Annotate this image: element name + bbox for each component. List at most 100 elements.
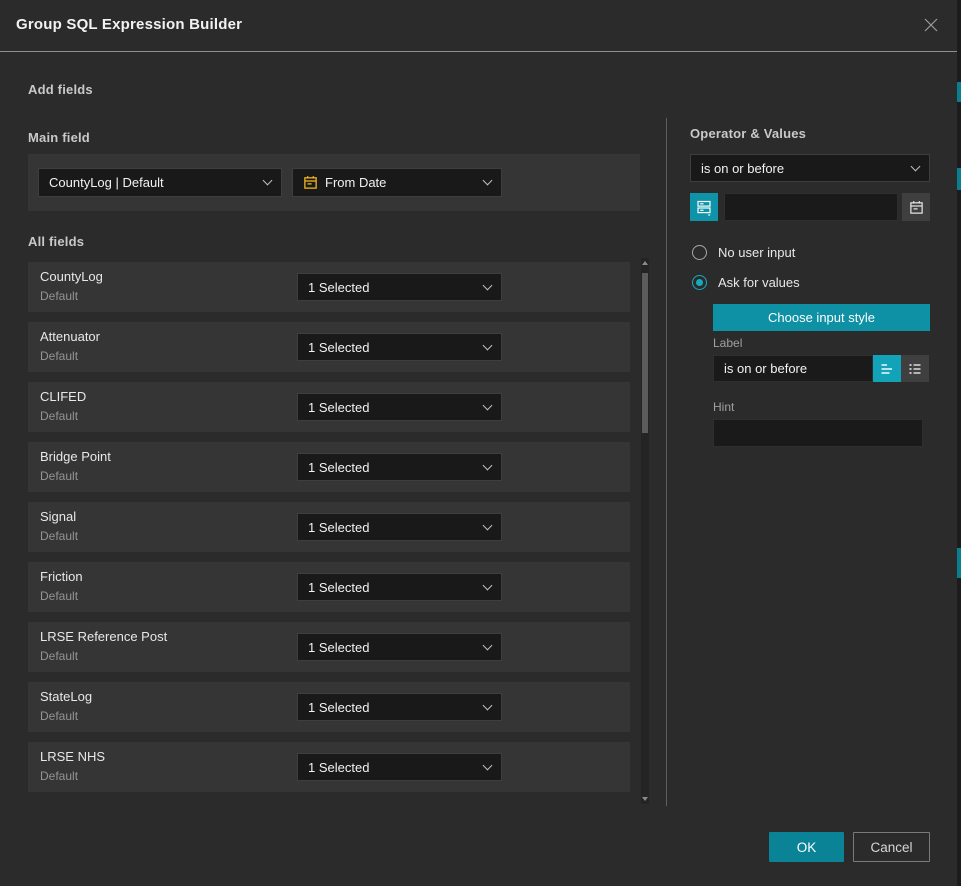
field-name: Attenuator (40, 329, 100, 344)
field-subtitle: Default (40, 649, 78, 663)
cancel-button[interactable]: Cancel (853, 832, 930, 862)
main-field-dropdown[interactable]: From Date (292, 168, 502, 197)
field-subtitle: Default (40, 589, 78, 603)
date-picker-button[interactable] (902, 193, 930, 221)
operator-dropdown[interactable]: is on or before (690, 154, 930, 182)
group-sql-expression-builder-dialog: Group SQL Expression Builder Add fields … (0, 0, 957, 886)
radio-on-icon (692, 275, 707, 290)
chevron-down-icon (483, 280, 493, 290)
ask-for-values-radio[interactable]: Ask for values (692, 275, 800, 290)
close-button[interactable] (920, 14, 942, 36)
single-value-icon (879, 361, 895, 377)
field-subtitle: Default (40, 769, 78, 783)
value-list-style-button[interactable] (901, 355, 929, 382)
radio-off-icon (692, 245, 707, 260)
field-row: LRSE NHS Default 1 Selected (28, 742, 630, 792)
field-selection-dropdown-label: 1 Selected (308, 460, 477, 475)
scrollbar-up-arrow-icon[interactable] (642, 261, 648, 265)
chevron-down-icon (911, 161, 921, 171)
field-name: CountyLog (40, 269, 103, 284)
chevron-down-icon (483, 520, 493, 530)
field-selection-dropdown-label: 1 Selected (308, 520, 477, 535)
chevron-down-icon (483, 760, 493, 770)
field-name: LRSE NHS (40, 749, 105, 764)
field-selection-dropdown[interactable]: 1 Selected (297, 333, 502, 361)
scrollbar-down-arrow-icon[interactable] (642, 797, 648, 801)
chevron-down-icon (263, 176, 273, 186)
column-divider (666, 118, 667, 806)
field-selection-dropdown-label: 1 Selected (308, 580, 477, 595)
chevron-down-icon (483, 340, 493, 350)
main-dataset-dropdown[interactable]: CountyLog | Default (38, 168, 282, 197)
chevron-down-icon (483, 400, 493, 410)
field-selection-dropdown-label: 1 Selected (308, 340, 477, 355)
field-selection-dropdown[interactable]: 1 Selected (297, 573, 502, 601)
no-user-input-label: No user input (718, 245, 795, 260)
field-selection-dropdown-label: 1 Selected (308, 760, 477, 775)
field-name: StateLog (40, 689, 92, 704)
field-name: Signal (40, 509, 76, 524)
field-selection-dropdown-label: 1 Selected (308, 280, 477, 295)
field-subtitle: Default (40, 349, 78, 363)
field-row: CountyLog Default 1 Selected (28, 262, 630, 312)
field-name: CLIFED (40, 389, 86, 404)
field-row: Signal Default 1 Selected (28, 502, 630, 552)
background-app-fragment (957, 82, 961, 102)
operator-values-heading: Operator & Values (690, 126, 806, 141)
chevron-down-icon (483, 580, 493, 590)
field-selection-dropdown[interactable]: 1 Selected (297, 693, 502, 721)
dialog-title: Group SQL Expression Builder (16, 16, 242, 33)
input-type-button[interactable] (690, 193, 718, 221)
value-list-icon (907, 361, 923, 377)
fields-scrollbar[interactable] (641, 258, 649, 804)
field-selection-dropdown-label: 1 Selected (308, 400, 477, 415)
ok-button[interactable]: OK (769, 832, 844, 862)
field-row: Bridge Point Default 1 Selected (28, 442, 630, 492)
field-row: Attenuator Default 1 Selected (28, 322, 630, 372)
choose-input-style-button[interactable]: Choose input style (713, 304, 930, 331)
chevron-down-icon (483, 176, 493, 186)
field-selection-dropdown[interactable]: 1 Selected (297, 273, 502, 301)
chevron-down-icon (483, 460, 493, 470)
field-subtitle: Default (40, 709, 78, 723)
field-subtitle: Default (40, 469, 78, 483)
value-input[interactable] (724, 193, 898, 221)
field-selection-dropdown[interactable]: 1 Selected (297, 453, 502, 481)
field-selection-dropdown-label: 1 Selected (308, 640, 477, 655)
field-name: LRSE Reference Post (40, 629, 167, 644)
field-subtitle: Default (40, 289, 78, 303)
add-fields-heading: Add fields (28, 82, 93, 97)
field-subtitle: Default (40, 409, 78, 423)
chevron-down-icon (483, 640, 493, 650)
background-app-fragment (957, 168, 961, 190)
all-fields-heading: All fields (28, 234, 84, 249)
hint-input[interactable] (713, 419, 923, 447)
main-field-dropdown-label: From Date (325, 175, 477, 190)
main-field-panel: CountyLog | Default From Date (28, 154, 640, 211)
main-dataset-dropdown-label: CountyLog | Default (49, 175, 257, 190)
close-icon (923, 17, 939, 33)
stacked-values-icon (696, 199, 713, 216)
screen: Group SQL Expression Builder Add fields … (0, 0, 961, 886)
field-row: Friction Default 1 Selected (28, 562, 630, 612)
operator-dropdown-label: is on or before (701, 161, 905, 176)
field-selection-dropdown[interactable]: 1 Selected (297, 753, 502, 781)
all-fields-list: CountyLog Default 1 Selected Attenuator … (28, 262, 630, 802)
field-name: Bridge Point (40, 449, 111, 464)
dialog-titlebar: Group SQL Expression Builder (0, 0, 957, 52)
field-subtitle: Default (40, 529, 78, 543)
label-input[interactable]: is on or before (713, 355, 873, 382)
main-field-heading: Main field (28, 130, 90, 145)
field-selection-dropdown[interactable]: 1 Selected (297, 393, 502, 421)
field-selection-dropdown[interactable]: 1 Selected (297, 633, 502, 661)
calendar-icon (909, 200, 924, 215)
hint-caption: Hint (713, 400, 734, 414)
field-name: Friction (40, 569, 83, 584)
single-value-style-button[interactable] (873, 355, 901, 382)
no-user-input-radio[interactable]: No user input (692, 245, 795, 260)
scrollbar-thumb[interactable] (642, 273, 648, 433)
field-row: CLIFED Default 1 Selected (28, 382, 630, 432)
field-row: StateLog Default 1 Selected (28, 682, 630, 732)
field-selection-dropdown-label: 1 Selected (308, 700, 477, 715)
field-selection-dropdown[interactable]: 1 Selected (297, 513, 502, 541)
